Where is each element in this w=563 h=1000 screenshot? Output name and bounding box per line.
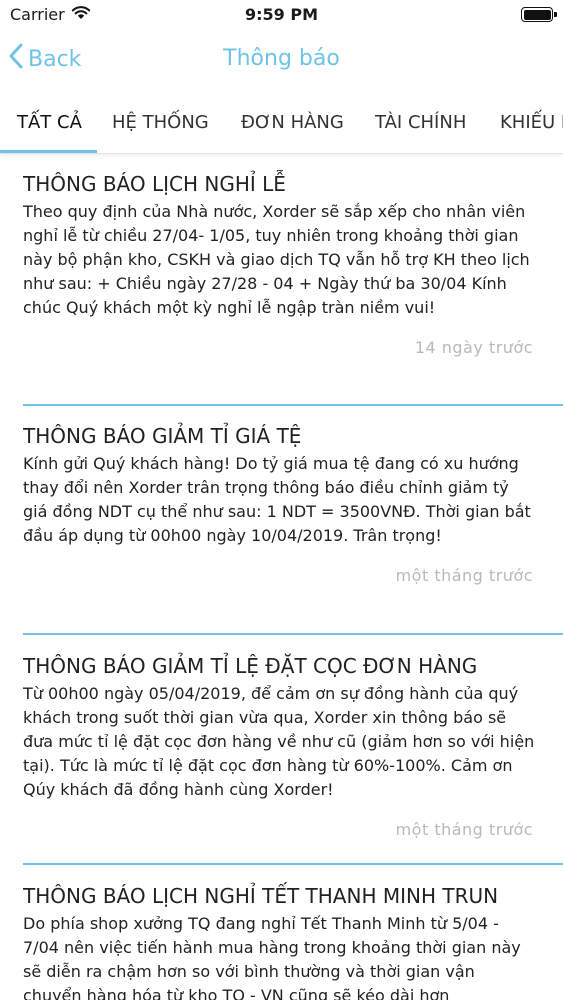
tab-indicator	[0, 150, 97, 153]
notification-card[interactable]: THÔNG BÁO LỊCH NGHỈ TẾT THANH MINH TRUN …	[23, 882, 538, 1000]
tab-complaints[interactable]: KHIẾU NẠI	[500, 112, 563, 133]
divider	[23, 404, 563, 406]
notification-title: THÔNG BÁO GIẢM TỈ GIÁ TỆ	[23, 424, 302, 448]
nav-bar: Back Thông báo	[0, 30, 563, 90]
divider	[23, 863, 563, 865]
battery-icon	[521, 7, 557, 22]
notification-body: Từ 00h00 ngày 05/04/2019, để cảm ơn sự đ…	[23, 684, 535, 799]
notification-body: Kính gửi Quý khách hàng! Do tỷ giá mua t…	[23, 454, 531, 545]
notification-time: một tháng trước	[395, 566, 533, 585]
divider	[23, 633, 563, 635]
page-title: Thông báo	[223, 46, 340, 71]
notification-card[interactable]: THÔNG BÁO LỊCH NGHỈ LỄ Theo quy định của…	[23, 170, 538, 357]
notification-title: THÔNG BÁO LỊCH NGHỈ TẾT THANH MINH TRUN	[23, 884, 499, 908]
tab-orders[interactable]: ĐƠN HÀNG	[241, 112, 344, 133]
battery-nub	[554, 12, 557, 17]
status-bar: Carrier 9:59 PM	[0, 0, 563, 30]
notification-title: THÔNG BÁO GIẢM TỈ LỆ ĐẶT CỌC ĐƠN HÀNG	[23, 654, 478, 678]
tab-bar: TẤT CẢ HỆ THỐNG ĐƠN HÀNG TÀI CHÍNH KHIẾU…	[0, 92, 563, 154]
notification-card[interactable]: THÔNG BÁO GIẢM TỈ LỆ ĐẶT CỌC ĐƠN HÀNG Từ…	[23, 652, 538, 839]
notification-time: một tháng trước	[395, 820, 533, 839]
notification-card[interactable]: THÔNG BÁO GIẢM TỈ GIÁ TỆ Kính gửi Quý kh…	[23, 422, 538, 585]
status-time: 9:59 PM	[244, 5, 318, 24]
battery-fill	[523, 9, 551, 20]
notification-list: THÔNG BÁO LỊCH NGHỈ LỄ Theo quy định của…	[0, 156, 563, 1000]
notification-body: Do phía shop xưởng TQ đang nghỉ Tết Than…	[23, 914, 521, 1000]
notification-title: THÔNG BÁO LỊCH NGHỈ LỄ	[23, 172, 286, 196]
tab-all[interactable]: TẤT CẢ	[17, 112, 82, 133]
tab-finance[interactable]: TÀI CHÍNH	[375, 112, 466, 133]
notification-body: Theo quy định của Nhà nước, Xorder sẽ sắ…	[23, 202, 530, 317]
notification-time: 14 ngày trước	[414, 338, 533, 357]
tab-system[interactable]: HỆ THỐNG	[112, 112, 209, 133]
